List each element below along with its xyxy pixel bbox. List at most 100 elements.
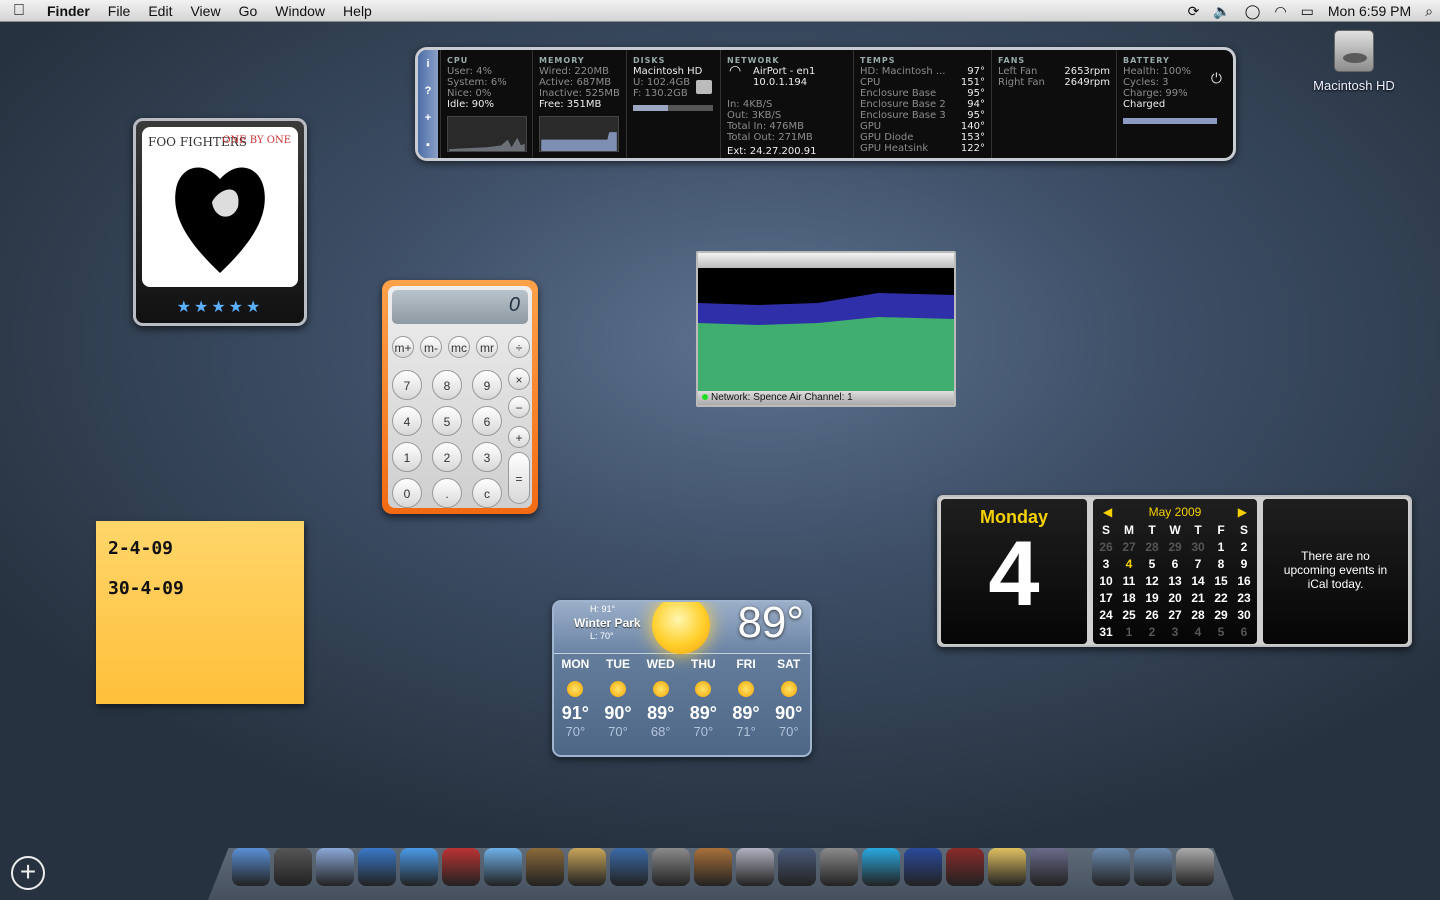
calendar-day[interactable]: 20 — [1164, 589, 1187, 606]
calendar-day[interactable]: 1 — [1210, 538, 1233, 555]
menu-view[interactable]: View — [181, 3, 229, 19]
zero-button[interactable]: 0 — [392, 478, 422, 508]
battery-icon[interactable]: ▭ — [1294, 3, 1321, 20]
stickies-icon[interactable] — [988, 848, 1026, 886]
mail-icon[interactable] — [316, 848, 354, 886]
calendar-day[interactable]: 30 — [1233, 606, 1256, 623]
m-plus-button[interactable]: m+ — [392, 336, 414, 358]
network-monitor-widget[interactable]: Network: Spence Air Channel: 1 — [696, 251, 956, 407]
calendar-day[interactable]: 4 — [1118, 555, 1141, 572]
dictionary-icon[interactable] — [946, 848, 984, 886]
calendar-day[interactable]: 24 — [1095, 606, 1118, 623]
calendar-day[interactable]: 30 — [1187, 538, 1210, 555]
calendar-day[interactable]: 5 — [1141, 555, 1164, 572]
equals-button[interactable]: = — [508, 452, 530, 504]
divide-button[interactable]: ÷ — [508, 336, 530, 358]
spaces-icon[interactable] — [778, 848, 816, 886]
calculator-widget[interactable]: 0 m+ m-mc mr ÷ 7 8 9 × 4 5 6− 1 2 3 +0. c = — [382, 280, 538, 514]
sticky-note-widget[interactable]: 2-4-09 30-4-09 — [96, 521, 304, 704]
six-button[interactable]: 6 — [472, 406, 502, 436]
two-button[interactable]: 2 — [432, 442, 462, 472]
calendar-day[interactable]: 7 — [1187, 555, 1210, 572]
calendar-day[interactable]: 5 — [1210, 623, 1233, 640]
plus-button[interactable]: + — [508, 426, 530, 448]
seven-button[interactable]: 7 — [392, 370, 422, 400]
skype-icon[interactable] — [862, 848, 900, 886]
calendar-day[interactable]: 27 — [1118, 538, 1141, 555]
five-button[interactable]: 5 — [432, 406, 462, 436]
menu-finder[interactable]: Finder — [38, 3, 99, 19]
ical-widget[interactable]: Monday 4 ◀ May 2009 ▶ S M T W T F S 26 27 28 29 30 1… — [937, 495, 1412, 647]
eight-button[interactable]: 8 — [432, 370, 462, 400]
documents-folder-icon[interactable] — [1134, 848, 1172, 886]
ichat-status-icon[interactable]: ◯ — [1238, 3, 1268, 20]
mc-button[interactable]: mc — [448, 336, 470, 358]
calendar-day[interactable]: 28 — [1141, 538, 1164, 555]
preview-icon[interactable] — [568, 848, 606, 886]
dashboard-icon[interactable] — [274, 848, 312, 886]
trash-icon[interactable] — [1176, 848, 1214, 886]
calendar-day[interactable]: 28 — [1187, 606, 1210, 623]
ichat-icon[interactable] — [400, 848, 438, 886]
one-button[interactable]: 1 — [392, 442, 422, 472]
wifi-icon[interactable]: ◠ — [1267, 3, 1293, 20]
ical-day-pane[interactable]: Monday 4 — [941, 499, 1087, 644]
clear-button[interactable]: c — [472, 478, 502, 508]
multiply-button[interactable]: × — [508, 368, 530, 390]
rating-stars[interactable]: ★★★★★ — [136, 297, 304, 317]
minus-button[interactable]: − — [508, 396, 530, 418]
nine-button[interactable]: 9 — [472, 370, 502, 400]
add-widget-button[interactable]: + — [11, 856, 45, 890]
user-icon[interactable] — [904, 848, 942, 886]
macintosh-hd-desktop-icon[interactable]: Macintosh HD — [1302, 30, 1406, 93]
mr-button[interactable]: mr — [476, 336, 498, 358]
next-month-icon[interactable]: ▶ — [1238, 505, 1247, 519]
calendar-day[interactable]: 8 — [1210, 555, 1233, 572]
itunes-album-widget[interactable]: FOO FIGHTERS ONE BY ONE ★★★★★ — [133, 118, 307, 326]
calendar-day[interactable]: 14 — [1187, 572, 1210, 589]
menu-help[interactable]: Help — [334, 3, 381, 19]
calendar-day[interactable]: 26 — [1095, 538, 1118, 555]
calendar-day[interactable]: 27 — [1164, 606, 1187, 623]
help-icon[interactable]: ? — [425, 85, 432, 97]
calendar-day[interactable]: 3 — [1164, 623, 1187, 640]
applications-folder-icon[interactable] — [1092, 848, 1130, 886]
calendar-day[interactable]: 31 — [1095, 623, 1118, 640]
calendar-day[interactable]: 15 — [1210, 572, 1233, 589]
calendar-day[interactable]: 29 — [1210, 606, 1233, 623]
dvd-player-icon[interactable] — [610, 848, 648, 886]
calendar-day[interactable]: 19 — [1141, 589, 1164, 606]
itunes-icon[interactable] — [484, 848, 522, 886]
menu-go[interactable]: Go — [230, 3, 267, 19]
calendar-day[interactable]: 25 — [1118, 606, 1141, 623]
calendar-day[interactable]: 6 — [1164, 555, 1187, 572]
calendar-day[interactable]: 22 — [1210, 589, 1233, 606]
calendar-day[interactable]: 26 — [1141, 606, 1164, 623]
calendar-day[interactable]: 18 — [1118, 589, 1141, 606]
pulse-icon[interactable]: + — [425, 112, 431, 124]
menu-window[interactable]: Window — [266, 3, 334, 19]
menu-clock[interactable]: Mon 6:59 PM — [1321, 3, 1418, 19]
sticky-line[interactable]: 30-4-09 — [108, 569, 292, 609]
calendar-day[interactable]: 9 — [1233, 555, 1256, 572]
calendar-day[interactable]: 12 — [1141, 572, 1164, 589]
three-button[interactable]: 3 — [472, 442, 502, 472]
weather-widget[interactable]: H: 91° Winter Park L: 70° 89° MON 91° 70° T… — [552, 600, 812, 757]
calendar-day[interactable]: 1 — [1118, 623, 1141, 640]
sticky-line[interactable]: 2-4-09 — [108, 529, 292, 569]
volume-icon[interactable]: 🔈 — [1206, 3, 1237, 20]
istat-pro-widget[interactable]: i ? + ▪ CPU User: 4% System: 6% Nice: 0%… — [415, 47, 1236, 161]
menu-file[interactable]: File — [99, 3, 140, 19]
iphoto-icon[interactable] — [526, 848, 564, 886]
calendar-day[interactable]: 21 — [1187, 589, 1210, 606]
menu-edit[interactable]: Edit — [139, 3, 181, 19]
calendar-day[interactable]: 23 — [1233, 589, 1256, 606]
sync-icon[interactable]: ⟳ — [1181, 3, 1207, 20]
safari-icon[interactable] — [358, 848, 396, 886]
calendar-day[interactable]: 17 — [1095, 589, 1118, 606]
calendar-day[interactable]: 29 — [1164, 538, 1187, 555]
decimal-button[interactable]: . — [432, 478, 462, 508]
four-button[interactable]: 4 — [392, 406, 422, 436]
calendar-day[interactable]: 13 — [1164, 572, 1187, 589]
finder-icon[interactable] — [232, 848, 270, 886]
